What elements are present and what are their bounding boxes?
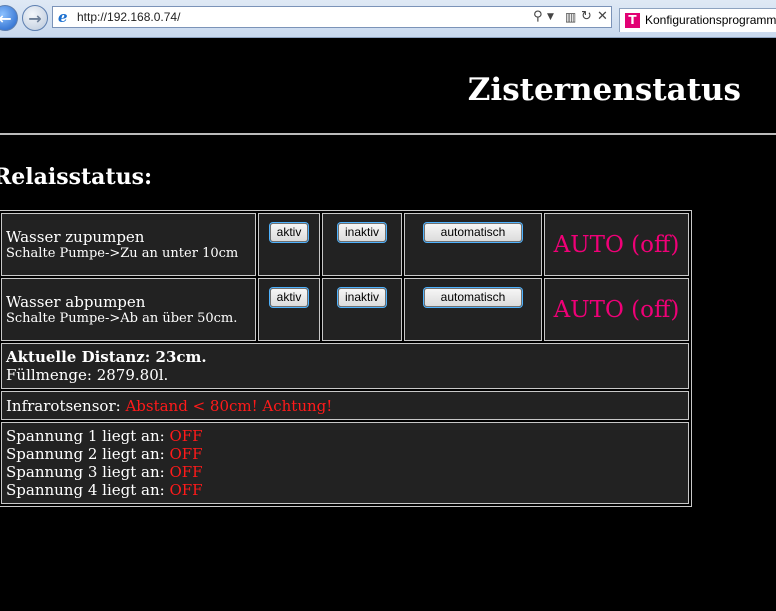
page-title: Zisternenstatus <box>467 72 741 108</box>
url-text[interactable]: http://192.168.0.74/ <box>77 10 180 24</box>
section-title: Relaisstatus: <box>0 164 153 190</box>
automatic-button[interactable]: automatisch <box>423 223 523 242</box>
relay-description: Schalte Pumpe->Ab an über 50cm. <box>6 310 238 326</box>
title-divider <box>0 133 776 135</box>
voltage-label: Spannung 2 liegt an: <box>6 445 170 463</box>
voltage-line-3: Spannung 3 liegt an: OFF <box>6 463 684 481</box>
dropdown-icon[interactable]: ▼ <box>547 9 554 25</box>
auto-cell: automatisch <box>404 213 542 276</box>
automatic-button[interactable]: automatisch <box>423 288 523 307</box>
inactive-cell: inaktiv <box>322 213 402 276</box>
infrared-row: Infrarotsensor: Abstand < 80cm! Achtung! <box>1 391 689 420</box>
active-cell: aktiv <box>258 278 320 341</box>
voltage-value: OFF <box>169 481 203 499</box>
voltage-label: Spannung 1 liegt an: <box>6 427 170 445</box>
relay-description: Schalte Pumpe->Zu an unter 10cm <box>6 245 239 261</box>
voltage-label: Spannung 3 liegt an: <box>6 463 170 481</box>
voltage-label: Spannung 4 liegt an: <box>6 481 170 499</box>
tab-title: Konfigurationsprogramm <box>645 13 776 27</box>
arrow-right-icon: → <box>28 8 42 28</box>
compatibility-view-icon[interactable]: ▥ <box>565 9 576 25</box>
refresh-icon[interactable]: ↻ <box>581 9 592 25</box>
distance-cell: Aktuelle Distanz: 23cm. Füllmenge: 2879.… <box>1 343 689 389</box>
voltage-value: OFF <box>169 463 203 481</box>
active-cell: aktiv <box>258 213 320 276</box>
arrow-left-icon: ← <box>0 8 12 28</box>
active-button[interactable]: aktiv <box>269 288 309 307</box>
voltage-row: Spannung 1 liegt an: OFF Spannung 2 lieg… <box>1 422 689 504</box>
relay-row-zupumpen: Wasser zupumpen Schalte Pumpe->Zu an unt… <box>1 213 689 276</box>
relay-info-cell: Wasser zupumpen Schalte Pumpe->Zu an unt… <box>1 213 256 276</box>
ie-logo-icon: e <box>58 8 68 26</box>
stop-icon[interactable]: ✕ <box>597 9 608 25</box>
telekom-logo-icon: T <box>625 13 640 28</box>
relay-name: Wasser abpumpen <box>6 292 146 311</box>
inactive-button[interactable]: inaktiv <box>337 288 386 307</box>
relay-mode: AUTO (off) <box>544 213 689 276</box>
voltage-line-2: Spannung 2 liegt an: OFF <box>6 445 684 463</box>
relay-info-cell: Wasser abpumpen Schalte Pumpe->Ab an übe… <box>1 278 256 341</box>
voltage-line-4: Spannung 4 liegt an: OFF <box>6 481 684 499</box>
infrared-alert: Abstand < 80cm! Achtung! <box>125 396 333 415</box>
forward-button[interactable]: → <box>22 5 48 31</box>
infrared-cell: Infrarotsensor: Abstand < 80cm! Achtung! <box>1 391 689 420</box>
status-table: Wasser zupumpen Schalte Pumpe->Zu an unt… <box>0 210 692 507</box>
auto-cell: automatisch <box>404 278 542 341</box>
browser-toolbar: ← → e http://192.168.0.74/ ⚲ ▼ ▥ ↻ ✕ T K… <box>0 0 776 38</box>
inactive-button[interactable]: inaktiv <box>337 223 386 242</box>
voltage-line-1: Spannung 1 liegt an: OFF <box>6 427 684 445</box>
relay-mode: AUTO (off) <box>544 278 689 341</box>
inactive-cell: inaktiv <box>322 278 402 341</box>
back-button[interactable]: ← <box>0 5 18 31</box>
browser-tab[interactable]: T Konfigurationsprogramm <box>619 8 776 32</box>
distance-label: Aktuelle Distanz: 23cm. <box>6 348 207 366</box>
fill-amount: Füllmenge: 2879.80l. <box>6 366 169 384</box>
infrared-label: Infrarotsensor: <box>6 396 126 415</box>
distance-row: Aktuelle Distanz: 23cm. Füllmenge: 2879.… <box>1 343 689 389</box>
address-bar[interactable]: e http://192.168.0.74/ ⚲ ▼ ▥ ↻ ✕ <box>52 6 612 28</box>
relay-name: Wasser zupumpen <box>6 227 145 246</box>
active-button[interactable]: aktiv <box>269 223 309 242</box>
voltage-value: OFF <box>169 445 203 463</box>
voltage-cell: Spannung 1 liegt an: OFF Spannung 2 lieg… <box>1 422 689 504</box>
relay-row-abpumpen: Wasser abpumpen Schalte Pumpe->Ab an übe… <box>1 278 689 341</box>
search-icon[interactable]: ⚲ <box>533 9 543 25</box>
voltage-value: OFF <box>169 427 203 445</box>
